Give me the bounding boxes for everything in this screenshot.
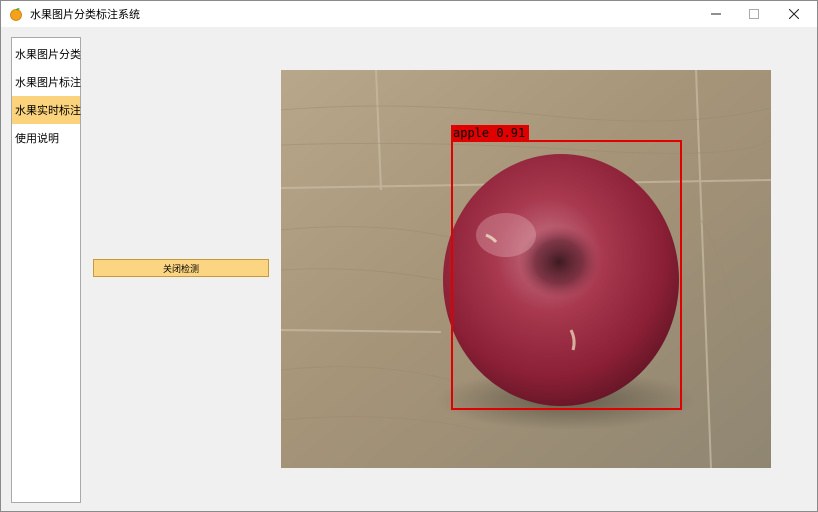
orange-fruit-icon	[8, 6, 24, 22]
maximize-button[interactable]	[735, 1, 773, 27]
close-button[interactable]	[775, 1, 813, 27]
nav-list: 水果图片分类 水果图片标注 水果实时标注 使用说明	[11, 37, 81, 503]
nav-item-fruit-classification[interactable]: 水果图片分类	[12, 40, 81, 68]
close-icon	[789, 9, 799, 19]
title-bar[interactable]: 水果图片分类标注系统	[1, 1, 817, 27]
stop-detection-button[interactable]: 关闭检测	[93, 259, 269, 277]
minimize-button[interactable]	[697, 1, 735, 27]
window-title: 水果图片分类标注系统	[30, 8, 140, 21]
maximize-icon	[749, 9, 759, 19]
camera-frame: apple 0.91	[281, 70, 771, 468]
nav-item-label: 水果图片标注	[15, 76, 81, 89]
nav-item-label: 使用说明	[15, 132, 59, 145]
nav-item-label: 水果图片分类	[15, 48, 81, 61]
minimize-icon	[711, 13, 721, 15]
nav-item-realtime-annotation[interactable]: 水果实时标注	[12, 96, 81, 124]
nav-item-label: 水果实时标注	[15, 104, 81, 117]
detection-label: apple 0.91	[453, 126, 525, 140]
camera-feed: apple 0.91	[281, 70, 771, 468]
app-window: 水果图片分类标注系统 水果图片分类 水果图片标注 水果实时标注 使用说明 关闭检…	[0, 0, 818, 512]
nav-item-help[interactable]: 使用说明	[12, 124, 80, 152]
nav-item-fruit-annotation[interactable]: 水果图片标注	[12, 68, 81, 96]
